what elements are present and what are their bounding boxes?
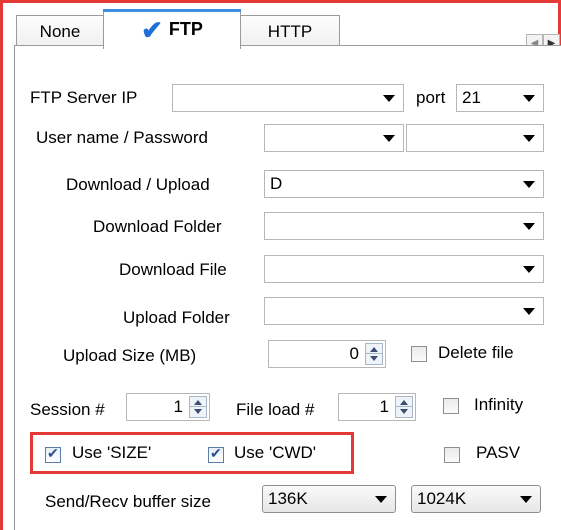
check-icon: ✔	[141, 14, 163, 45]
session-spinner[interactable]: 1	[126, 393, 210, 421]
recv-buffer-value: 1024K	[417, 489, 467, 508]
tab-strip: None ✔ FTP HTTP	[3, 3, 558, 49]
file-load-spinner[interactable]: 1	[338, 393, 416, 421]
chevron-down-icon[interactable]	[523, 266, 535, 273]
pasv-label: PASV	[476, 443, 521, 462]
port-combo[interactable]: 21	[456, 84, 544, 112]
chevron-down-icon[interactable]	[375, 496, 387, 503]
send-buffer-combo[interactable]: 136K	[262, 485, 396, 513]
buffer-size-label: Send/Recv buffer size	[45, 492, 211, 511]
chevron-down-icon[interactable]	[523, 181, 535, 188]
chevron-down-icon[interactable]	[383, 135, 395, 142]
tab-none-label: None	[39, 21, 81, 41]
session-value: 1	[173, 397, 183, 416]
delete-file-checkbox[interactable]	[411, 346, 427, 362]
chevron-down-icon[interactable]	[523, 223, 535, 230]
chevron-down-icon[interactable]	[523, 135, 535, 142]
download-file-label: Download File	[119, 260, 227, 279]
server-ip-combo[interactable]	[172, 84, 404, 112]
upload-size-spinner[interactable]: 0	[268, 340, 386, 368]
use-cwd-label: Use 'CWD'	[234, 443, 317, 462]
infinity-checkbox[interactable]	[443, 398, 459, 414]
tab-ftp-label: FTP	[168, 19, 203, 39]
download-folder-combo[interactable]	[264, 212, 544, 240]
down-up-label: Download / Upload	[66, 175, 210, 194]
file-load-value: 1	[379, 397, 389, 416]
tab-ftp[interactable]: ✔ FTP	[103, 9, 241, 49]
download-folder-label: Download Folder	[93, 217, 222, 236]
chevron-down-icon[interactable]	[520, 496, 532, 503]
session-label: Session #	[30, 400, 105, 419]
download-file-combo[interactable]	[264, 255, 544, 283]
delete-file-label: Delete file	[438, 343, 514, 362]
upload-size-label: Upload Size (MB)	[63, 346, 197, 365]
upload-folder-label: Upload Folder	[123, 308, 230, 327]
use-cwd-checkbox[interactable]	[208, 445, 224, 463]
port-label: port	[416, 88, 446, 107]
user-pass-label: User name / Password	[36, 128, 208, 147]
send-buffer-value: 136K	[268, 489, 308, 508]
upload-size-value: 0	[349, 344, 359, 363]
tab-none[interactable]: None	[16, 15, 104, 47]
upload-folder-combo[interactable]	[264, 297, 544, 325]
infinity-label: Infinity	[474, 395, 524, 414]
tab-http-label: HTTP	[267, 21, 313, 41]
port-value: 21	[462, 88, 481, 107]
pasv-checkbox[interactable]	[444, 447, 460, 463]
chevron-down-icon[interactable]	[383, 95, 395, 102]
spin-buttons-icon[interactable]	[365, 343, 383, 365]
spin-buttons-icon[interactable]	[395, 396, 413, 418]
down-up-combo[interactable]: D	[264, 170, 544, 198]
chevron-down-icon[interactable]	[523, 308, 535, 315]
file-load-label: File load #	[236, 400, 315, 419]
chevron-down-icon[interactable]	[523, 95, 535, 102]
tab-http[interactable]: HTTP	[240, 15, 340, 47]
username-combo[interactable]	[264, 124, 404, 152]
server-ip-label: FTP Server IP	[30, 88, 138, 107]
use-size-checkbox[interactable]	[45, 445, 61, 463]
password-combo[interactable]	[406, 124, 544, 152]
recv-buffer-combo[interactable]: 1024K	[411, 485, 541, 513]
use-size-label: Use 'SIZE'	[72, 443, 152, 462]
down-up-value: D	[270, 174, 283, 193]
spin-buttons-icon[interactable]	[189, 396, 207, 418]
